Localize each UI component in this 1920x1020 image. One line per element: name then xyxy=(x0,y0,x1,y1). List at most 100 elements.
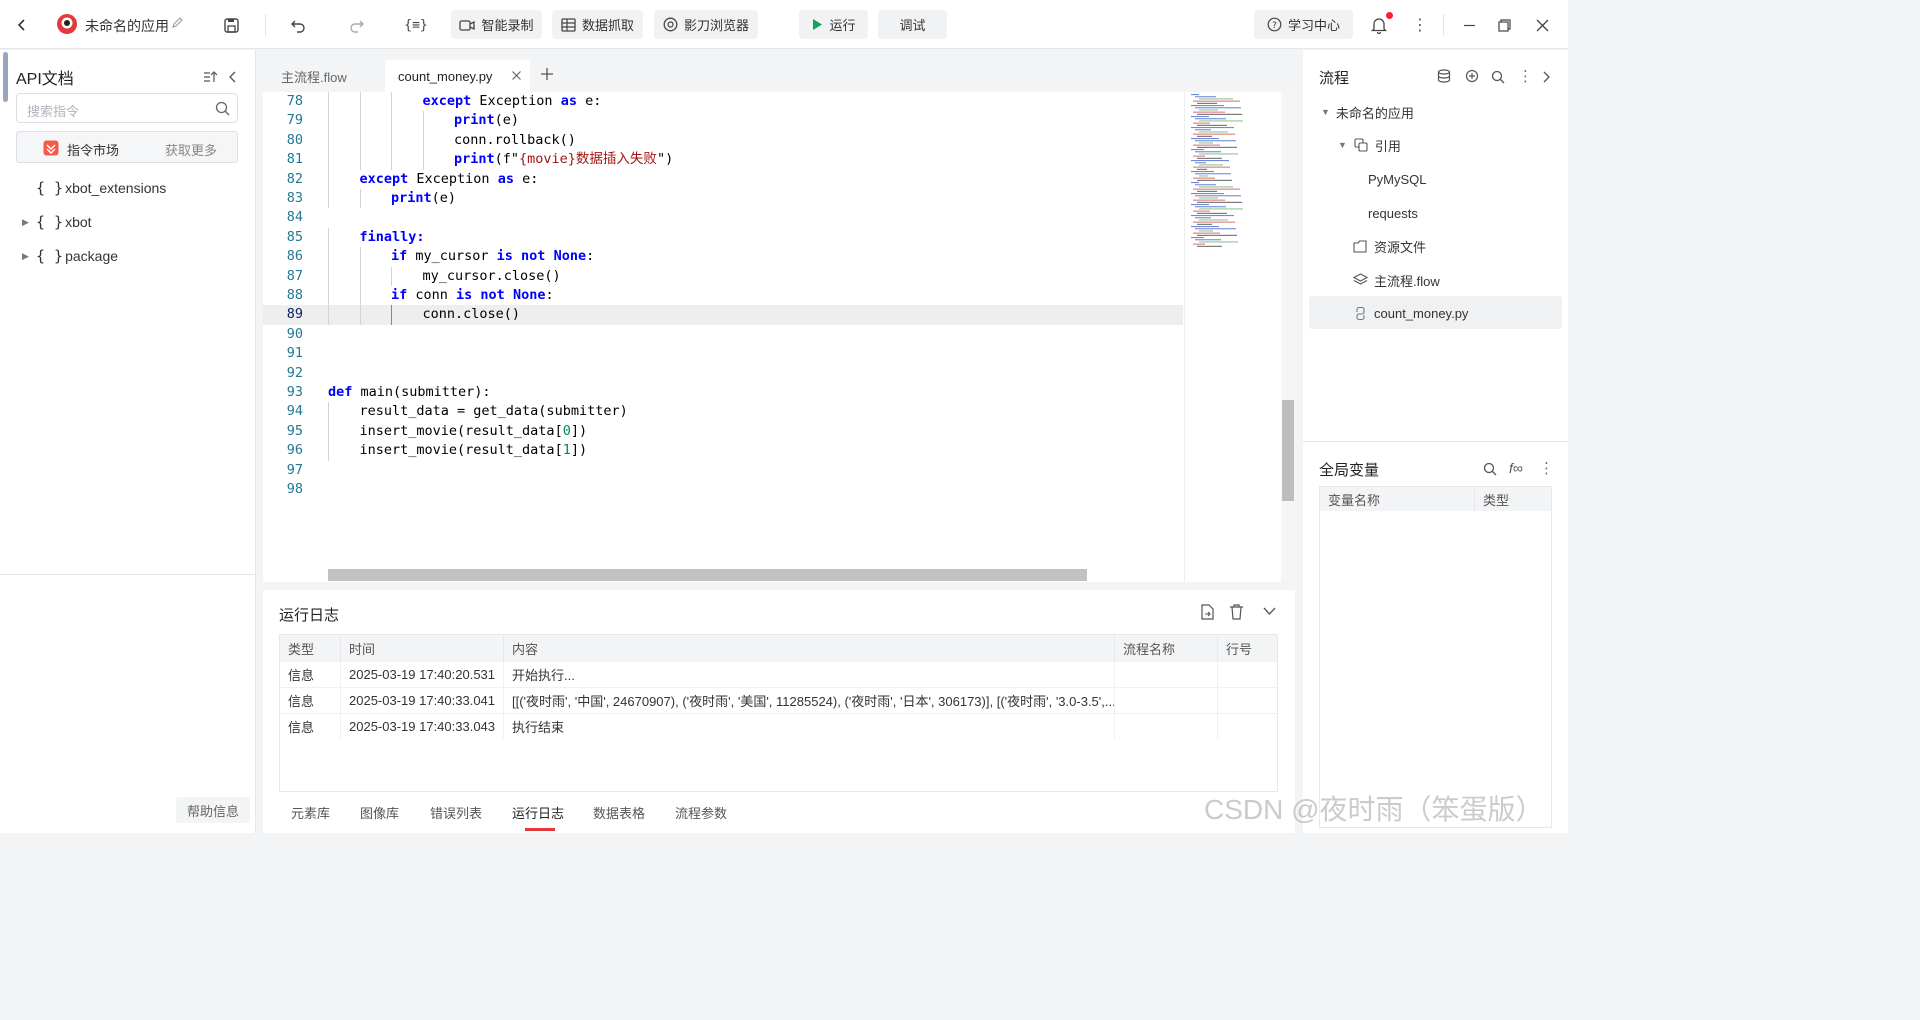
browser-icon xyxy=(663,17,678,32)
code-text: insert_movie(result_data[1]) xyxy=(359,442,588,459)
minimap-line xyxy=(1197,168,1207,170)
code-line[interactable]: 91 xyxy=(263,344,1183,363)
collapse-panel-icon[interactable] xyxy=(228,71,240,85)
code-line[interactable]: 89 conn.close() xyxy=(263,305,1183,325)
code-line[interactable]: 94 result_data = get_data(submitter) xyxy=(263,402,1183,422)
tab-errors[interactable]: 错误列表 xyxy=(430,803,482,822)
tab-flow-params[interactable]: 流程参数 xyxy=(675,803,727,822)
tree-py-file[interactable]: count_money.py xyxy=(1352,301,1468,325)
minimize-icon[interactable] xyxy=(1457,13,1481,37)
vertical-scrollbar[interactable] xyxy=(1281,92,1295,582)
redo-icon[interactable] xyxy=(345,13,369,37)
code-line[interactable]: 78 except Exception as e: xyxy=(263,92,1183,112)
minimap-line xyxy=(1197,113,1242,115)
code-line[interactable]: 87 my_cursor.close() xyxy=(263,266,1183,286)
line-number: 90 xyxy=(286,325,303,342)
database-icon[interactable] xyxy=(1437,69,1453,84)
minimap-line xyxy=(1199,241,1238,243)
caret-down-icon[interactable]: ▼ xyxy=(1321,107,1330,117)
minimap-line xyxy=(1195,184,1216,186)
smart-record-button[interactable]: 智能录制 xyxy=(451,10,542,39)
minimap-line xyxy=(1199,142,1213,144)
data-capture-button[interactable]: 数据抓取 xyxy=(552,10,643,39)
code-line[interactable]: 85 finally: xyxy=(263,227,1183,248)
code-line[interactable]: 80 conn.rollback() xyxy=(263,130,1183,151)
code-format-icon[interactable]: {≡} xyxy=(404,13,428,37)
horizontal-scrollbar[interactable] xyxy=(328,569,1087,581)
edit-name-icon[interactable] xyxy=(171,16,185,30)
code-line[interactable]: 90 xyxy=(263,325,1183,344)
code-line[interactable]: 97 xyxy=(263,461,1183,480)
minimap-line xyxy=(1195,239,1221,241)
function-variable-icon[interactable]: f∞ xyxy=(1509,460,1523,476)
undo-icon[interactable] xyxy=(286,13,310,37)
tree-resources[interactable]: 资源文件 xyxy=(1352,234,1426,258)
minimap[interactable] xyxy=(1184,92,1280,582)
collapse-right-icon[interactable] xyxy=(1542,71,1551,83)
caret-right-icon[interactable]: ▶ xyxy=(22,251,36,262)
more-vertical-icon[interactable]: ⋮ xyxy=(1408,13,1432,37)
more-vertical-icon[interactable]: ⋮ xyxy=(1539,459,1554,477)
tree-ref-pymysql[interactable]: PyMySQL xyxy=(1368,167,1427,191)
col-header-time: 时间 xyxy=(341,635,504,661)
export-log-icon[interactable] xyxy=(1200,604,1215,620)
run-button[interactable]: 运行 xyxy=(799,10,868,39)
caret-right-icon[interactable]: ▶ xyxy=(22,217,36,228)
command-market-button[interactable]: 指令市场 获取更多 xyxy=(16,131,238,163)
tree-ref-requests[interactable]: requests xyxy=(1368,201,1418,225)
tree-app-root[interactable]: ▼ 未命名的应用 xyxy=(1321,100,1414,124)
refs-label: 引用 xyxy=(1374,138,1401,154)
close-window-icon[interactable] xyxy=(1530,13,1554,37)
code-line[interactable]: 81 print(f"{movie}数据插入失败") xyxy=(263,150,1183,170)
help-info-button[interactable]: 帮助信息 xyxy=(176,797,250,823)
market-more-link[interactable]: 获取更多 xyxy=(165,140,217,159)
code-area[interactable]: 78 except Exception as e: 79 print(e) 80 conn… xyxy=(263,92,1183,582)
search-icon[interactable] xyxy=(215,101,230,116)
sort-icon[interactable] xyxy=(203,70,219,86)
learning-center-button[interactable]: ? 学习中心 xyxy=(1254,10,1353,39)
save-icon[interactable] xyxy=(219,13,243,37)
delete-log-icon[interactable] xyxy=(1229,604,1244,620)
back-arrow-icon[interactable] xyxy=(10,13,34,37)
minimap-line xyxy=(1199,208,1243,210)
code-line[interactable]: 82 except Exception as e: xyxy=(263,169,1183,189)
search-input[interactable]: 搜索指令 xyxy=(16,93,238,123)
tab-elements[interactable]: 元素库 xyxy=(291,803,330,822)
code-line[interactable]: 95 insert_movie(result_data[0]) xyxy=(263,421,1183,442)
caret-down-icon[interactable]: ▼ xyxy=(1338,140,1347,150)
code-line[interactable]: 98 xyxy=(263,480,1183,499)
tab-count-money[interactable]: count_money.py xyxy=(385,60,530,92)
restore-window-icon[interactable] xyxy=(1492,13,1516,37)
tree-item-package[interactable]: ▶ { } package xyxy=(22,245,118,267)
code-line[interactable]: 88 if conn is not None: xyxy=(263,286,1183,306)
tab-images[interactable]: 图像库 xyxy=(360,803,399,822)
debug-button[interactable]: 调试 xyxy=(878,10,947,39)
code-line[interactable]: 93 def main(submitter): xyxy=(263,383,1183,402)
tab-main-flow[interactable]: 主流程.flow xyxy=(281,60,347,92)
code-text: result_data = get_data(submitter) xyxy=(359,403,628,420)
tree-item-xbot[interactable]: ▶ { } xbot xyxy=(22,211,92,233)
code-line[interactable]: 84 xyxy=(263,208,1183,227)
code-line[interactable]: 83 print(e) xyxy=(263,189,1183,209)
tab-run-log[interactable]: 运行日志 xyxy=(512,803,564,822)
tree-item-xbot-extensions[interactable]: { } xbot_extensions xyxy=(22,177,166,199)
code-line[interactable]: 96 insert_movie(result_data[1]) xyxy=(263,441,1183,461)
close-tab-icon[interactable] xyxy=(511,70,522,81)
tree-refs[interactable]: ▼ 引用 xyxy=(1338,133,1401,157)
code-line[interactable]: 92 xyxy=(263,364,1183,383)
tab-data-table[interactable]: 数据表格 xyxy=(593,803,645,822)
scrollbar-thumb[interactable] xyxy=(1282,400,1294,501)
left-scrollbar[interactable] xyxy=(3,52,8,102)
more-vertical-icon[interactable]: ⋮ xyxy=(1518,67,1533,85)
collapse-log-icon[interactable] xyxy=(1263,606,1276,616)
minimap-line xyxy=(1197,135,1212,137)
browser-button[interactable]: 影刀浏览器 xyxy=(654,10,758,39)
add-tab-icon[interactable] xyxy=(540,67,554,81)
code-line[interactable]: 86 if my_cursor is not None: xyxy=(263,247,1183,267)
tree-main-flow[interactable]: 主流程.flow xyxy=(1352,268,1440,292)
search-icon[interactable] xyxy=(1491,70,1505,84)
search-icon[interactable] xyxy=(1483,462,1497,476)
code-line[interactable]: 79 print(e) xyxy=(263,111,1183,131)
market-label: 指令市场 xyxy=(67,143,120,158)
package-add-icon[interactable] xyxy=(1465,69,1481,85)
